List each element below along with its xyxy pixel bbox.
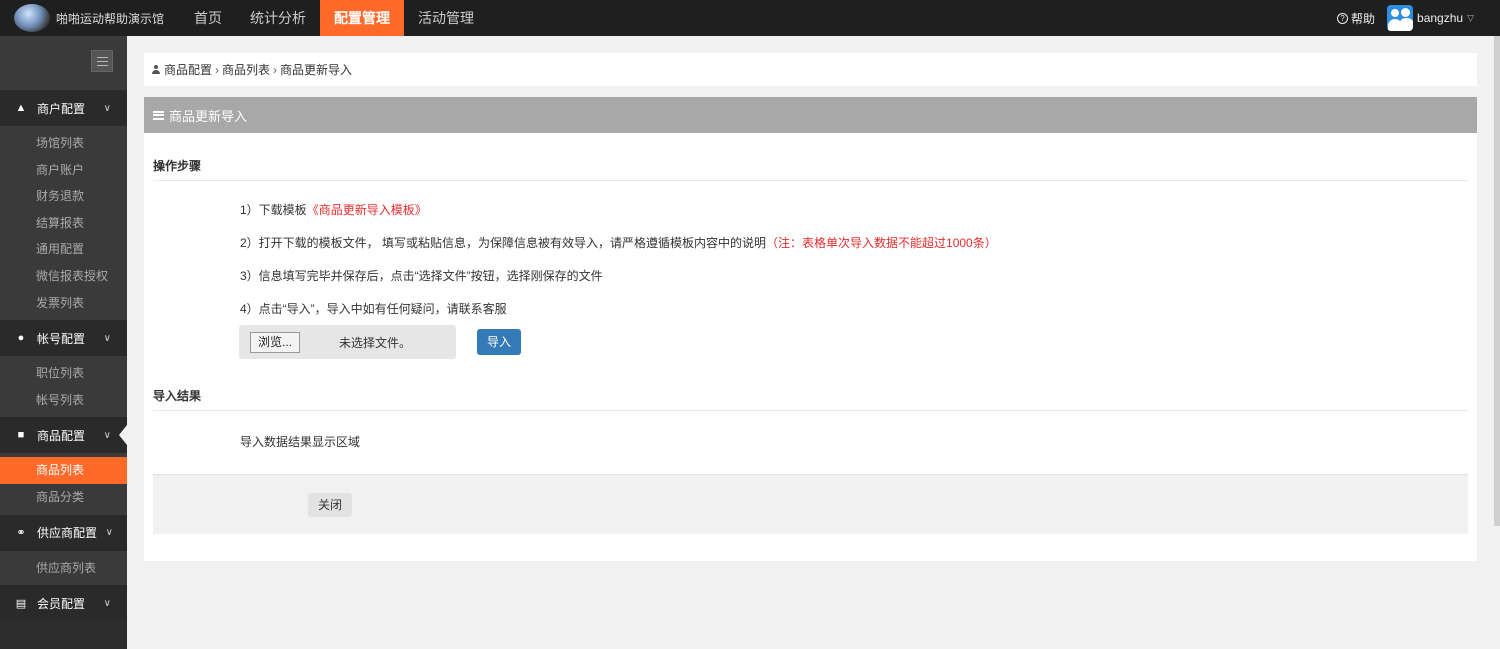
file-status: 未选择文件。 — [339, 335, 412, 350]
breadcrumb-item[interactable]: 商品列表 — [222, 61, 270, 78]
sidebar-item-settlement[interactable]: 结算报表 — [0, 210, 127, 237]
sidebar-item-venue-list[interactable]: 场馆列表 — [0, 130, 127, 157]
browse-button[interactable]: 浏览... — [250, 331, 301, 353]
top-nav: 首页 统计分析 配置管理 活动管理 — [180, 0, 488, 36]
step-3: 3）信息填写完毕并保存后，点击“选择文件”按钮，选择刚保存的文件 — [240, 269, 603, 283]
user-icon: ● — [17, 332, 25, 345]
sidebar-group-merchant[interactable]: ▲ 商户配置 ∨ — [0, 90, 127, 126]
brand[interactable]: 啪啪运动帮助演示馆 — [14, 0, 164, 36]
submenu-product: 商品列表 商品分类 — [0, 453, 127, 515]
username[interactable]: bangzhu — [1417, 11, 1463, 25]
sidebar-group-account[interactable]: ● 帐号配置 ∨ — [0, 320, 127, 357]
step-1-text: 1）下载模板 — [240, 203, 307, 217]
submenu-merchant: 场馆列表 商户账户 财务退款 结算报表 通用配置 微信报表授权 发票列表 — [0, 126, 127, 321]
chevron-down-icon: ∨ — [103, 429, 111, 441]
sidebar: ▲ 商户配置 ∨ 场馆列表 商户账户 财务退款 结算报表 通用配置 微信报表授权… — [0, 36, 127, 649]
result-title: 导入结果 — [153, 387, 1468, 411]
sidebar-item-invoice[interactable]: 发票列表 — [0, 290, 127, 317]
sidebar-group-label: 会员配置 — [37, 596, 86, 611]
link-icon: ⚭ — [16, 527, 26, 540]
sidebar-item-positions[interactable]: 职位列表 — [0, 360, 127, 387]
nav-config[interactable]: 配置管理 — [320, 0, 404, 36]
step-1: 1）下载模板《商品更新导入模板》 — [240, 201, 997, 234]
file-upload-row: 浏览... 未选择文件。 导入 — [239, 325, 521, 359]
menu-icon — [153, 110, 164, 120]
chevron-down-icon[interactable]: ▽ — [1467, 13, 1474, 24]
submenu-supplier: 供应商列表 — [0, 550, 127, 586]
home-icon: ▲ — [15, 102, 27, 114]
import-panel: 商品更新导入 操作步骤 1）下载模板《商品更新导入模板》 2）打开下载的模板文件… — [144, 97, 1477, 561]
steps-title: 操作步骤 — [153, 157, 1468, 181]
close-button[interactable]: 关闭 — [308, 493, 352, 517]
sidebar-item-wechat-auth[interactable]: 微信报表授权 — [0, 263, 127, 290]
sidebar-group-label: 商户配置 — [37, 101, 86, 116]
help-link[interactable]: 帮助 — [1351, 10, 1375, 27]
result-area: 导入数据结果显示区域 — [240, 435, 361, 449]
top-bar: 啪啪运动帮助演示馆 首页 统计分析 配置管理 活动管理 ? 帮助 bangzhu… — [0, 0, 1500, 36]
avatar[interactable] — [1387, 5, 1414, 31]
sidebar-item-merchant-account[interactable]: 商户账户 — [0, 157, 127, 184]
step-2-note: （注：表格单次导入数据不能超过1000条） — [766, 236, 997, 250]
sidebar-toggle-area — [0, 36, 127, 90]
step-2-text: 2）打开下载的模板文件， 填写或粘贴信息，为保障信息被有效导入，请严格遵循模板内… — [240, 236, 767, 250]
step-2: 2）打开下载的模板文件， 填写或粘贴信息，为保障信息被有效导入，请严格遵循模板内… — [240, 234, 997, 267]
breadcrumb-item[interactable]: 商品配置 — [164, 61, 212, 78]
sidebar-item-accounts[interactable]: 帐号列表 — [0, 387, 127, 414]
sidebar-group-label: 供应商配置 — [37, 526, 98, 541]
nav-activity[interactable]: 活动管理 — [404, 0, 488, 36]
top-right: ? 帮助 bangzhu ▽ — [1337, 0, 1474, 36]
sidebar-item-product-category[interactable]: 商品分类 — [0, 484, 127, 511]
sidebar-item-general-config[interactable]: 通用配置 — [0, 236, 127, 263]
gift-icon: ■ — [17, 429, 25, 442]
help-icon[interactable]: ? — [1337, 12, 1349, 24]
sidebar-group-label: 帐号配置 — [37, 331, 86, 346]
template-download-link[interactable]: 《商品更新导入模板》 — [307, 203, 427, 217]
panel-title: 商品更新导入 — [169, 108, 248, 124]
chevron-down-icon: ∨ — [103, 597, 111, 609]
file-input[interactable]: 浏览... 未选择文件。 — [239, 325, 456, 359]
brand-name: 啪啪运动帮助演示馆 — [56, 11, 165, 26]
chevron-down-icon: ∨ — [105, 527, 113, 539]
sidebar-item-supplier-list[interactable]: 供应商列表 — [0, 555, 127, 582]
breadcrumb-separator: › — [215, 62, 220, 77]
brand-logo — [14, 4, 50, 32]
submenu-account: 职位列表 帐号列表 — [0, 356, 127, 418]
id-card-icon: ▤ — [15, 597, 27, 610]
chevron-down-icon: ∨ — [103, 332, 111, 344]
sidebar-group-supplier[interactable]: ⚭ 供应商配置 ∨ — [0, 514, 127, 551]
panel-footer: 关闭 — [153, 474, 1468, 534]
user-icon — [152, 65, 160, 74]
sidebar-item-refund[interactable]: 财务退款 — [0, 183, 127, 210]
steps-list: 1）下载模板《商品更新导入模板》 2）打开下载的模板文件， 填写或粘贴信息，为保… — [240, 201, 997, 333]
import-button[interactable]: 导入 — [477, 329, 521, 355]
breadcrumb-separator: › — [273, 62, 278, 77]
panel-header: 商品更新导入 — [144, 97, 1477, 133]
breadcrumb-current: 商品更新导入 — [280, 63, 353, 77]
nav-home[interactable]: 首页 — [180, 0, 236, 36]
sidebar-item-product-list[interactable]: 商品列表 — [0, 457, 127, 484]
sidebar-toggle-icon[interactable] — [91, 50, 113, 72]
sidebar-group-member[interactable]: ▤ 会员配置 ∨ — [0, 585, 127, 622]
page-scrollbar[interactable] — [1494, 36, 1500, 526]
sidebar-group-product[interactable]: ■ 商品配置 ∨ — [0, 417, 127, 454]
breadcrumb: 商品配置 › 商品列表 › 商品更新导入 — [144, 53, 1477, 86]
nav-statistics[interactable]: 统计分析 — [236, 0, 320, 36]
chevron-down-icon: ∨ — [103, 102, 111, 114]
sidebar-group-label: 商品配置 — [37, 428, 86, 443]
